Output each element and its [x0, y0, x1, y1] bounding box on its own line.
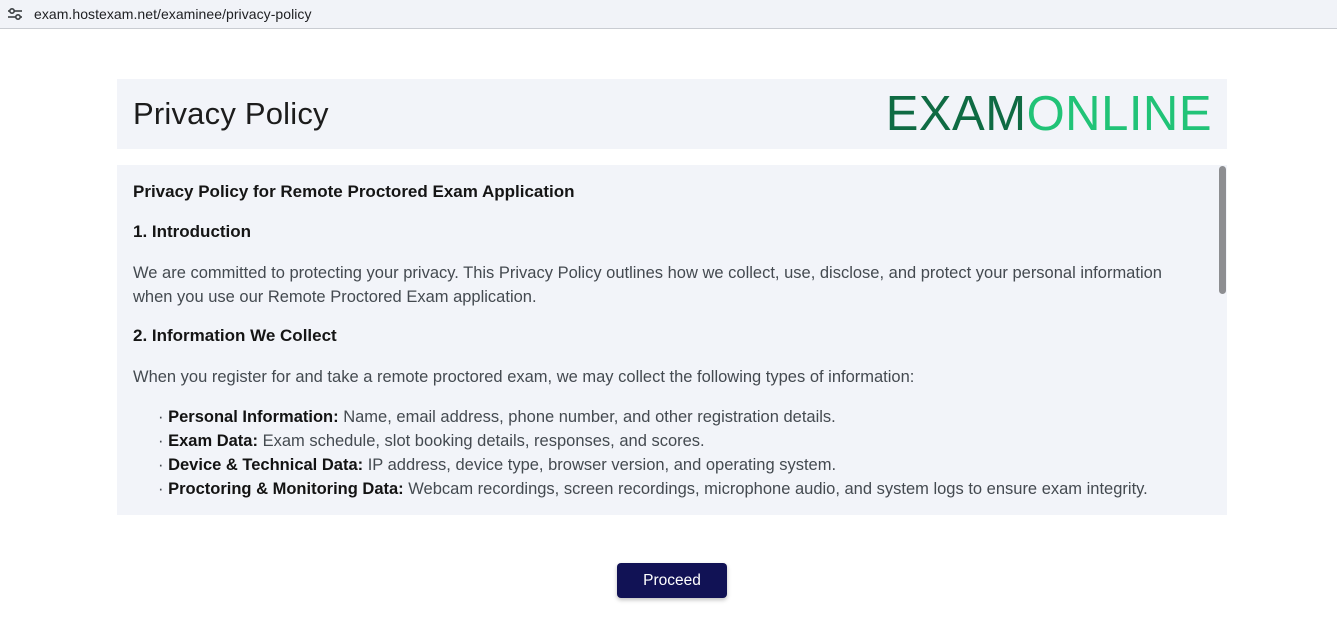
proceed-button[interactable]: Proceed: [617, 563, 727, 598]
list-item: · Exam Data: Exam schedule, slot booking…: [158, 432, 705, 450]
section-heading-introduction: 1. Introduction: [133, 222, 252, 241]
policy-document-title: Privacy Policy for Remote Proctored Exam…: [133, 182, 575, 201]
exam-online-logo: EXAMONLINE: [885, 86, 1212, 141]
section-heading-information-collected: 2. Information We Collect: [133, 326, 337, 345]
logo-part-exam: EXAM: [885, 86, 1027, 141]
logo-part-online: ONLINE: [1026, 86, 1212, 141]
page-title: Privacy Policy: [133, 96, 329, 131]
list-item: · Proctoring & Monitoring Data: Webcam r…: [158, 480, 1148, 498]
policy-scrollbar[interactable]: [1217, 165, 1227, 515]
url-field[interactable]: exam.hostexam.net/examinee/privacy-polic…: [34, 6, 312, 22]
section-paragraph-information-collected: When you register for and take a remote …: [133, 368, 915, 386]
list-item-text: Name, email address, phone number, and o…: [343, 408, 836, 426]
section-paragraph-introduction: We are committed to protecting your priv…: [133, 264, 1162, 306]
list-item-text: IP address, device type, browser version…: [367, 456, 837, 474]
list-item: · Personal Information: Name, email addr…: [158, 408, 836, 426]
list-item-label: Device & Technical Data:: [168, 456, 364, 474]
list-item-label: Exam Data:: [168, 432, 258, 450]
policy-content-panel[interactable]: Privacy Policy for Remote Proctored Exam…: [117, 165, 1227, 515]
information-types-list: · Personal Information: Name, email addr…: [133, 405, 1167, 501]
list-item-label: Proctoring & Monitoring Data:: [168, 480, 404, 498]
browser-address-bar: exam.hostexam.net/examinee/privacy-polic…: [0, 0, 1337, 29]
policy-scrollbar-thumb[interactable]: [1219, 166, 1226, 294]
list-item-text: Webcam recordings, screen recordings, mi…: [408, 480, 1148, 498]
header-panel: Privacy Policy EXAMONLINE: [117, 79, 1227, 149]
policy-content: Privacy Policy for Remote Proctored Exam…: [117, 165, 1227, 501]
site-info-icon[interactable]: [7, 7, 23, 21]
list-item-text: Exam schedule, slot booking details, res…: [262, 432, 705, 450]
list-item-label: Personal Information:: [168, 408, 339, 426]
list-item: · Device & Technical Data: IP address, d…: [158, 456, 837, 474]
